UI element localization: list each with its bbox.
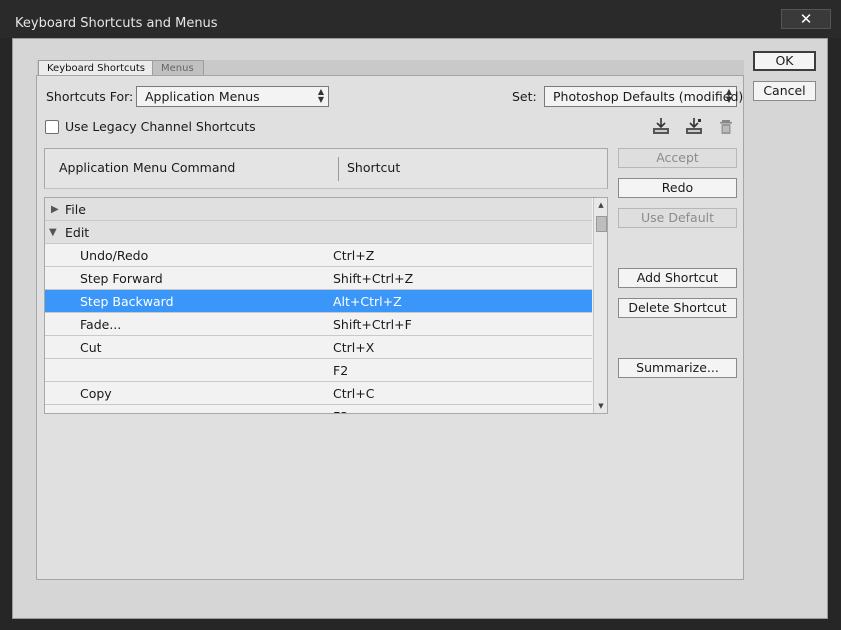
row-shortcut[interactable]: F3	[333, 409, 348, 413]
header-shortcut[interactable]: Shortcut	[347, 160, 400, 175]
expand-icon[interactable]: ▶	[51, 204, 59, 215]
tab-menus[interactable]: Menus	[152, 60, 204, 76]
table-row[interactable]: Copy Ctrl+C	[45, 382, 592, 405]
add-shortcut-button[interactable]: Add Shortcut	[618, 268, 737, 288]
shortcuts-for-select[interactable]: Application Menus ▲ ▼	[136, 86, 329, 107]
collapse-icon[interactable]: ▼	[49, 227, 57, 238]
row-command: File	[65, 202, 86, 217]
select-arrows-icon: ▲ ▼	[725, 87, 732, 104]
dialog-window: Keyboard Shortcuts and Menus ✕ Keyboard …	[0, 0, 841, 630]
row-command: Step Forward	[80, 271, 163, 286]
scroll-up-icon[interactable]: ▲	[594, 198, 607, 212]
table-scrollbar[interactable]: ▲ ▼	[593, 198, 607, 413]
close-button[interactable]: ✕	[781, 9, 831, 29]
accept-button[interactable]: Accept	[618, 148, 737, 168]
delete-set-icon[interactable]	[716, 117, 736, 135]
close-icon: ✕	[799, 10, 813, 28]
save-set-icon[interactable]	[651, 117, 671, 135]
row-shortcut[interactable]: Ctrl+X	[333, 340, 374, 355]
select-arrows-icon: ▲ ▼	[317, 87, 324, 104]
row-shortcut[interactable]: Alt+Ctrl+Z	[333, 294, 402, 309]
row-command: Edit	[65, 225, 90, 240]
summarize-button[interactable]: Summarize...	[618, 358, 737, 378]
row-shortcut[interactable]: Ctrl+Z	[333, 248, 374, 263]
row-command: Undo/Redo	[80, 248, 149, 263]
set-label: Set:	[512, 89, 537, 104]
window-title: Keyboard Shortcuts and Menus	[15, 16, 218, 31]
redo-button[interactable]: Redo	[618, 178, 737, 198]
legacy-channel-label: Use Legacy Channel Shortcuts	[65, 119, 256, 134]
row-shortcut[interactable]: Shift+Ctrl+F	[333, 317, 412, 332]
table-row[interactable]: Cut Ctrl+X	[45, 336, 592, 359]
cancel-button[interactable]: Cancel	[753, 81, 816, 101]
shortcuts-for-label: Shortcuts For:	[46, 89, 134, 104]
header-command[interactable]: Application Menu Command	[59, 160, 235, 175]
table-row[interactable]: F3	[45, 405, 592, 413]
scroll-down-icon[interactable]: ▼	[594, 399, 607, 413]
ok-button[interactable]: OK	[753, 51, 816, 71]
row-command: Step Backward	[80, 294, 174, 309]
title-bar[interactable]: Keyboard Shortcuts and Menus ✕	[0, 0, 841, 38]
save-set-as-icon[interactable]	[684, 117, 704, 135]
scroll-thumb[interactable]	[596, 216, 607, 232]
row-command: Fade...	[80, 317, 122, 332]
delete-shortcut-button[interactable]: Delete Shortcut	[618, 298, 737, 318]
table-row[interactable]: Step Forward Shift+Ctrl+Z	[45, 267, 592, 290]
row-shortcut[interactable]: Ctrl+C	[333, 386, 374, 401]
table-row[interactable]: Fade... Shift+Ctrl+F	[45, 313, 592, 336]
legacy-channel-checkbox[interactable]	[45, 120, 59, 134]
shortcut-table: ▶ File ▼ Edit Undo/Redo Ctrl+Z Step Forw…	[44, 197, 608, 414]
shortcut-table-header: Application Menu Command Shortcut	[44, 148, 608, 189]
set-value: Photoshop Defaults (modified)	[553, 89, 744, 104]
row-command: Cut	[80, 340, 102, 355]
column-separator[interactable]	[338, 157, 339, 181]
shortcuts-for-value: Application Menus	[145, 89, 260, 104]
tab-keyboard-shortcuts[interactable]: Keyboard Shortcuts	[38, 60, 156, 76]
row-shortcut[interactable]: Shift+Ctrl+Z	[333, 271, 413, 286]
table-row-selected[interactable]: Step Backward Alt+Ctrl+Z	[45, 290, 592, 313]
table-row[interactable]: F2	[45, 359, 592, 382]
row-command: Copy	[80, 386, 112, 401]
table-row[interactable]: ▶ File	[45, 198, 592, 221]
set-select[interactable]: Photoshop Defaults (modified) ▲ ▼	[544, 86, 743, 107]
table-row[interactable]: ▼ Edit	[45, 221, 592, 244]
row-shortcut[interactable]: F2	[333, 363, 348, 378]
use-default-button[interactable]: Use Default	[618, 208, 737, 228]
table-row[interactable]: Undo/Redo Ctrl+Z	[45, 244, 592, 267]
